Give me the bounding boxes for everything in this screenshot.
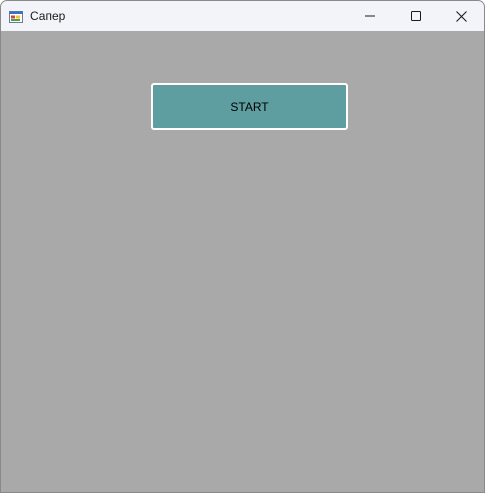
window-title: Сапер: [30, 9, 66, 23]
close-icon: [455, 10, 467, 22]
maximize-button[interactable]: [393, 1, 439, 31]
app-window: Сапер START: [0, 0, 485, 493]
start-button[interactable]: START: [151, 83, 348, 130]
close-button[interactable]: [438, 1, 484, 31]
app-icon[interactable]: [9, 9, 23, 23]
maximize-icon: [411, 11, 421, 21]
minimize-icon: [365, 15, 375, 17]
minimize-button[interactable]: [347, 1, 393, 31]
title-bar[interactable]: Сапер: [1, 1, 484, 31]
game-area: START: [1, 31, 484, 492]
